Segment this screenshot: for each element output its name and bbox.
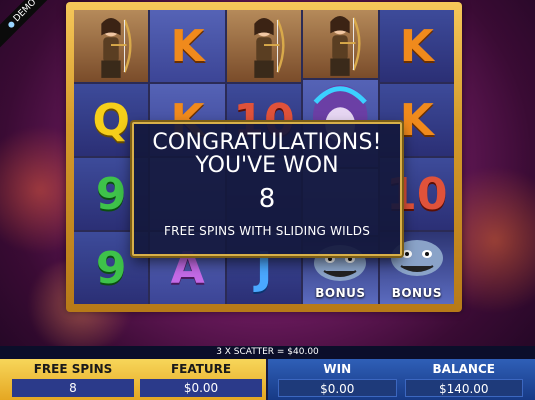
win-stat: WIN $0.00 xyxy=(278,361,397,400)
free-spins-label: FREE SPINS xyxy=(33,362,113,376)
balance-stat: BALANCE $140.00 xyxy=(404,361,523,400)
win-label: WIN xyxy=(323,362,352,376)
popup-spin-count: 8 xyxy=(258,184,276,214)
reel-symbol: K xyxy=(379,10,455,82)
archer-icon xyxy=(74,10,149,82)
reel-symbol: K xyxy=(150,10,225,82)
feature-value: $0.00 xyxy=(140,379,262,397)
account-stats: WIN $0.00 BALANCE $140.00 xyxy=(268,359,535,400)
popup-congratulations: CONGRATULATIONS! xyxy=(152,130,382,155)
demo-badge: DEMO xyxy=(0,0,56,48)
feature-label: FEATURE xyxy=(170,362,232,376)
win-popup[interactable]: CONGRATULATIONS! YOU'VE WON 8 FREE SPINS… xyxy=(132,122,402,256)
demo-indicator-icon xyxy=(6,20,16,29)
balance-label: BALANCE xyxy=(432,362,495,376)
free-spins-value: 8 xyxy=(12,379,134,397)
popup-feature-name: FREE SPINS WITH SLIDING WILDS xyxy=(163,224,371,238)
popup-youve-won: YOU'VE WON xyxy=(195,153,339,178)
scatter-info: 3 X SCATTER = $40.00 xyxy=(0,346,535,359)
free-spins-stat: FREE SPINS 8 xyxy=(12,361,134,400)
feature-stat: FEATURE $0.00 xyxy=(140,361,262,400)
bonus-label: BONUS xyxy=(391,286,442,300)
bonus-label: BONUS xyxy=(315,286,366,301)
archer-icon xyxy=(303,10,378,78)
win-value: $0.00 xyxy=(278,379,397,397)
stats-panel: FREE SPINS 8 FEATURE $0.00 WIN $0.00 BAL… xyxy=(0,359,535,400)
feature-stats: FREE SPINS 8 FEATURE $0.00 xyxy=(0,359,266,400)
demo-badge-label: DEMO xyxy=(11,0,39,25)
balance-value: $140.00 xyxy=(404,379,523,397)
archer-icon xyxy=(226,10,302,82)
